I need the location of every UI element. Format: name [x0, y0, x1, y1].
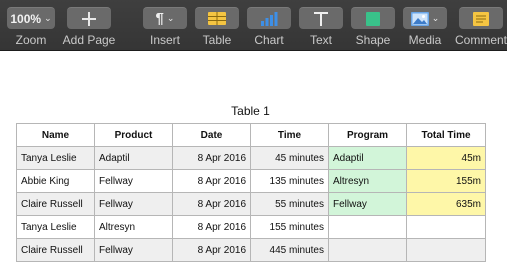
shape-tool[interactable]: Shape — [351, 0, 395, 51]
media-label: Media — [408, 33, 442, 47]
cell-program[interactable]: Adaptil — [328, 146, 407, 170]
cell-product[interactable]: Fellway — [94, 238, 173, 262]
cell-time[interactable]: 445 minutes — [250, 238, 329, 262]
text-button[interactable] — [299, 7, 343, 29]
media-tool[interactable]: ⌄ Media — [403, 0, 447, 51]
cell-name[interactable]: Tanya Leslie — [16, 146, 95, 170]
plus-icon — [82, 11, 96, 26]
cell-name[interactable]: Claire Russell — [16, 192, 95, 216]
chevron-down-icon: ⌄ — [44, 13, 52, 23]
cell-total-time[interactable] — [406, 215, 486, 239]
cell-program[interactable] — [328, 215, 407, 239]
table-icon — [208, 12, 226, 25]
cell-name[interactable]: Tanya Leslie — [16, 215, 95, 239]
square-shape-icon — [366, 11, 380, 26]
header-cell-time[interactable]: Time — [250, 123, 329, 147]
cell-program[interactable] — [328, 238, 407, 262]
header-cell-program[interactable]: Program — [328, 123, 407, 147]
cell-total-time[interactable]: 45m — [406, 146, 486, 170]
image-icon — [410, 11, 429, 26]
add-page-label: Add Page — [62, 33, 116, 47]
cell-time[interactable]: 135 minutes — [250, 169, 329, 193]
cell-date[interactable]: 8 Apr 2016 — [172, 215, 251, 239]
cell-time[interactable]: 55 minutes — [250, 192, 329, 216]
paragraph-icon: ¶ — [155, 10, 164, 27]
table-button[interactable] — [195, 7, 239, 29]
cell-total-time[interactable]: 155m — [406, 169, 486, 193]
insert-label: Insert — [149, 33, 180, 47]
cell-product[interactable]: Adaptil — [94, 146, 173, 170]
comment-label: Comment — [455, 33, 507, 47]
comment-icon — [473, 11, 489, 26]
text-label: Text — [309, 33, 332, 47]
table-title[interactable]: Table 1 — [16, 104, 485, 118]
media-button[interactable]: ⌄ — [403, 7, 447, 29]
cell-date[interactable]: 8 Apr 2016 — [172, 169, 251, 193]
cell-total-time[interactable]: 635m — [406, 192, 486, 216]
bar-chart-icon — [261, 11, 278, 26]
cell-time[interactable]: 45 minutes — [250, 146, 329, 170]
data-table[interactable]: Name Product Date Time Program Total Tim… — [16, 123, 486, 262]
cell-product[interactable]: Fellway — [94, 169, 173, 193]
header-cell-product[interactable]: Product — [94, 123, 173, 147]
chart-label: Chart — [254, 33, 284, 47]
toolbar: 100% ⌄ Zoom Add Page ¶ ⌄ Insert Table Ch… — [0, 0, 507, 51]
comment-tool[interactable]: Comment — [455, 0, 507, 51]
cell-total-time[interactable] — [406, 238, 486, 262]
text-box-icon — [314, 11, 328, 26]
table-row: Abbie King Fellway 8 Apr 2016 135 minute… — [16, 169, 486, 193]
header-cell-date[interactable]: Date — [172, 123, 251, 147]
cell-date[interactable]: 8 Apr 2016 — [172, 238, 251, 262]
insert-button[interactable]: ¶ ⌄ — [143, 7, 187, 29]
zoom-value: 100% — [10, 11, 42, 26]
insert-tool[interactable]: ¶ ⌄ Insert — [142, 0, 188, 51]
table-row: Tanya Leslie Adaptil 8 Apr 2016 45 minut… — [16, 146, 486, 170]
table-label: Table — [202, 33, 232, 47]
zoom-label: Zoom — [15, 33, 47, 47]
cell-date[interactable]: 8 Apr 2016 — [172, 192, 251, 216]
cell-product[interactable]: Altresyn — [94, 215, 173, 239]
chart-tool[interactable]: Chart — [247, 0, 291, 51]
cell-product[interactable]: Fellway — [94, 192, 173, 216]
header-cell-total-time[interactable]: Total Time — [406, 123, 486, 147]
cell-name[interactable]: Claire Russell — [16, 238, 95, 262]
table-row: Claire Russell Fellway 8 Apr 2016 55 min… — [16, 192, 486, 216]
shape-button[interactable] — [351, 7, 395, 29]
cell-date[interactable]: 8 Apr 2016 — [172, 146, 251, 170]
shape-label: Shape — [355, 33, 391, 47]
header-cell-name[interactable]: Name — [16, 123, 95, 147]
cell-program[interactable]: Fellway — [328, 192, 407, 216]
add-page-tool[interactable]: Add Page — [60, 0, 118, 51]
table-row: Tanya Leslie Altresyn 8 Apr 2016 155 min… — [16, 215, 486, 239]
zoom-control[interactable]: 100% ⌄ Zoom — [7, 0, 55, 51]
zoom-dropdown[interactable]: 100% ⌄ — [7, 7, 55, 29]
chevron-down-icon: ⌄ — [431, 13, 440, 23]
add-page-button[interactable] — [67, 7, 111, 29]
cell-name[interactable]: Abbie King — [16, 169, 95, 193]
comment-button[interactable] — [459, 7, 503, 29]
text-tool[interactable]: Text — [299, 0, 343, 51]
cell-program[interactable]: Altresyn — [328, 169, 407, 193]
table-tool[interactable]: Table — [195, 0, 239, 51]
chart-button[interactable] — [247, 7, 291, 29]
chevron-down-icon: ⌄ — [166, 13, 175, 23]
header-row: Name Product Date Time Program Total Tim… — [16, 123, 486, 147]
cell-time[interactable]: 155 minutes — [250, 215, 329, 239]
table-row: Claire Russell Fellway 8 Apr 2016 445 mi… — [16, 238, 486, 262]
